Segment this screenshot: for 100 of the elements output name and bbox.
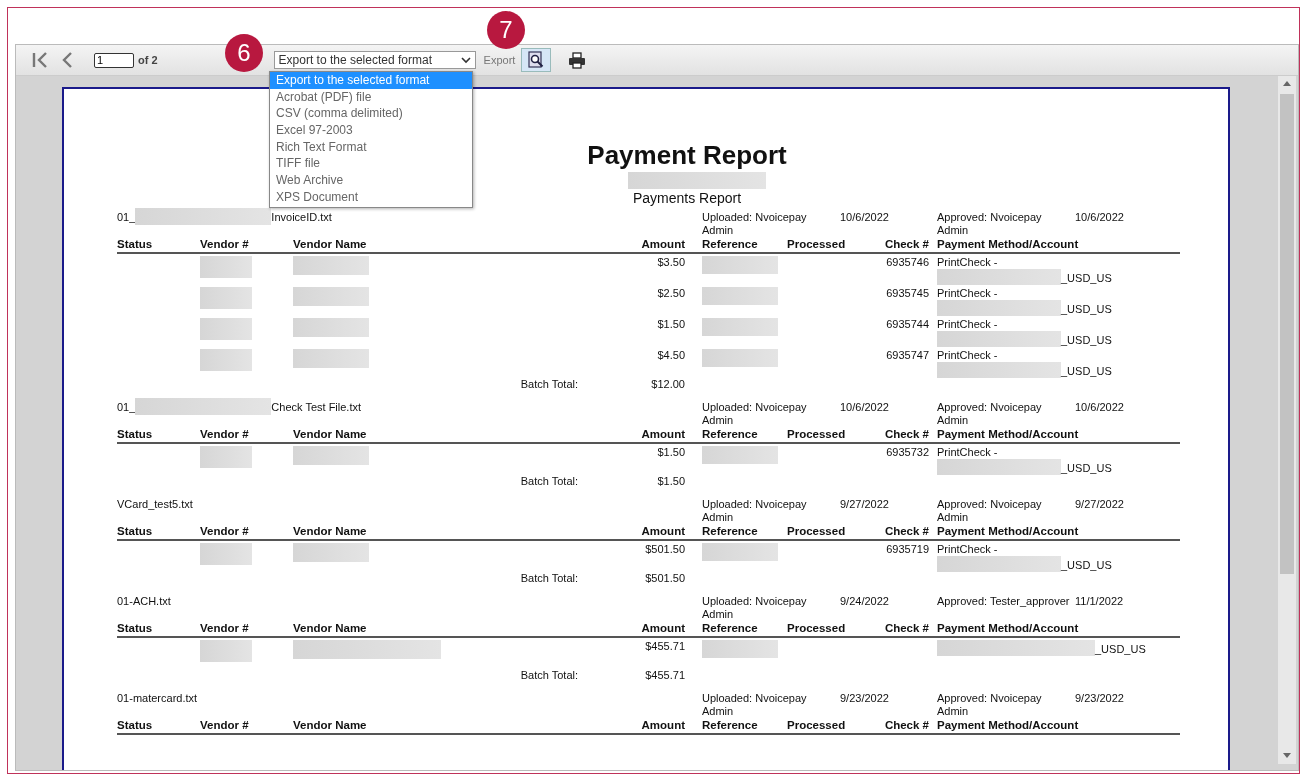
uploaded-by: Uploaded: Nvoicepay Admin (702, 498, 808, 524)
column-header: Vendor Name (293, 621, 368, 635)
caret-icon (460, 56, 471, 64)
column-header: Check # (883, 524, 929, 538)
column-header: Vendor Name (293, 427, 368, 441)
column-header: Status (117, 621, 154, 635)
column-header: Status (117, 524, 154, 538)
scrollbar[interactable] (1278, 76, 1296, 764)
column-header: Amount (640, 524, 685, 538)
column-header: Reference (701, 237, 759, 251)
amount-cell-text: $1.50 (656, 318, 685, 332)
payment-method: PrintCheck - (937, 446, 999, 459)
uploaded-date: 9/23/2022 (840, 692, 889, 706)
export-format-dropdown[interactable]: Export to the selected format (273, 51, 476, 69)
approved-date: 11/1/2022 (1075, 595, 1124, 609)
uploaded-date: 9/27/2022 (840, 498, 889, 512)
batch-total-label: Batch Total: (519, 475, 579, 489)
account-suffix: _USD_US (1061, 303, 1112, 316)
column-header: Vendor # (200, 524, 250, 538)
redacted-block (200, 446, 252, 468)
check-number-cell-text: 6935732 (885, 446, 929, 460)
payment-method: PrintCheck - (937, 349, 999, 362)
report-subtitle: Payments Report (631, 192, 743, 205)
export-format-option[interactable]: CSV (comma delimited) (270, 105, 472, 123)
redacted-block (200, 256, 252, 278)
approved-by: Approved: Nvoicepay Admin (937, 401, 1043, 427)
batch-total: $12.00 (650, 378, 685, 392)
amount-cell-text: $501.50 (644, 543, 685, 557)
account-suffix: _USD_US (1061, 462, 1112, 475)
column-header: Payment Method/Account (936, 621, 1080, 635)
approved-date: 10/6/2022 (1075, 211, 1124, 225)
scroll-down-icon (1283, 753, 1291, 758)
column-header: Amount (640, 427, 685, 441)
uploaded-by: Uploaded: Nvoicepay Admin (702, 401, 808, 427)
check-number-cell-text: 6935744 (885, 318, 929, 332)
printer-icon (568, 51, 587, 69)
column-header: Processed (787, 524, 847, 538)
approved-by: Approved: Nvoicepay Admin (937, 692, 1043, 718)
amount-cell-text: $3.50 (656, 256, 685, 270)
redacted-block (200, 349, 252, 371)
file-name: Check Test File.txt (271, 401, 362, 414)
approved-by: Approved: Nvoicepay Admin (937, 498, 1043, 524)
amount-cell-text: $1.50 (656, 446, 685, 460)
redacted-block (200, 543, 252, 565)
amount-cell-text: $2.50 (656, 287, 685, 301)
column-header: Payment Method/Account (936, 718, 1080, 732)
scrollbar-thumb[interactable] (1280, 94, 1294, 574)
column-header: Vendor Name (293, 524, 368, 538)
column-header: Check # (883, 427, 929, 441)
batch-total: $1.50 (656, 475, 685, 489)
export-format-option[interactable]: Excel 97-2003 (270, 122, 472, 139)
file-name: VCard_test5.txt (117, 498, 193, 511)
batch-total-label: Batch Total: (519, 378, 579, 392)
approved-by: Approved: Tester_approver (937, 595, 1071, 609)
column-header: Payment Method/Account (936, 237, 1080, 251)
search-icon (527, 51, 546, 69)
export-format-option[interactable]: Acrobat (PDF) file (270, 88, 472, 106)
account-suffix: _USD_US (1061, 334, 1112, 347)
column-header: Status (117, 718, 154, 732)
payment-method: PrintCheck - (937, 256, 999, 269)
redacted-block (200, 318, 252, 340)
column-header: Status (117, 427, 154, 441)
payment-method: PrintCheck - (937, 318, 999, 331)
amount-cell-text: $455.71 (644, 640, 685, 654)
uploaded-by: Uploaded: Nvoicepay Admin (702, 692, 808, 718)
column-header: Check # (883, 621, 929, 635)
page-number-field[interactable]: 1 (94, 52, 134, 68)
column-header: Amount (640, 237, 685, 251)
column-header: Reference (701, 718, 759, 732)
export-format-option[interactable]: Export to the selected format (270, 72, 472, 89)
account-suffix: _USD_US (1061, 559, 1112, 572)
redacted-block (200, 640, 252, 662)
export-format-option[interactable]: TIFF file (270, 155, 472, 173)
check-number-cell-text: 6935745 (885, 287, 929, 301)
file-name: InvoiceID.txt (271, 211, 332, 224)
approved-date: 10/6/2022 (1075, 401, 1124, 415)
export-format-option[interactable]: Web Archive (270, 172, 472, 189)
approved-date: 9/27/2022 (1075, 498, 1124, 512)
column-header: Processed (787, 427, 847, 441)
search-button[interactable] (521, 48, 552, 72)
redacted-block (200, 287, 252, 309)
batch-total-label: Batch Total: (519, 572, 579, 586)
account-suffix: _USD_US (1061, 365, 1112, 378)
export-button[interactable]: Export (479, 52, 520, 68)
column-header: Reference (701, 621, 759, 635)
previous-page-icon (61, 51, 75, 69)
export-format-option[interactable]: XPS Document (270, 188, 472, 206)
approved-date: 9/23/2022 (1075, 692, 1124, 706)
check-number-cell-text: 6935746 (885, 256, 929, 270)
check-number-cell-text: 6935747 (885, 349, 929, 363)
column-header: Payment Method/Account (936, 524, 1080, 538)
column-header: Payment Method/Account (936, 427, 1080, 441)
column-header: Processed (787, 621, 847, 635)
file-name: 01_ (117, 211, 136, 224)
column-header: Vendor # (200, 621, 250, 635)
uploaded-date: 9/24/2022 (840, 595, 889, 609)
column-header: Vendor # (200, 237, 250, 251)
export-format-option[interactable]: Rich Text Format (270, 138, 472, 156)
column-header: Check # (883, 237, 929, 251)
uploaded-date: 10/6/2022 (840, 401, 889, 415)
